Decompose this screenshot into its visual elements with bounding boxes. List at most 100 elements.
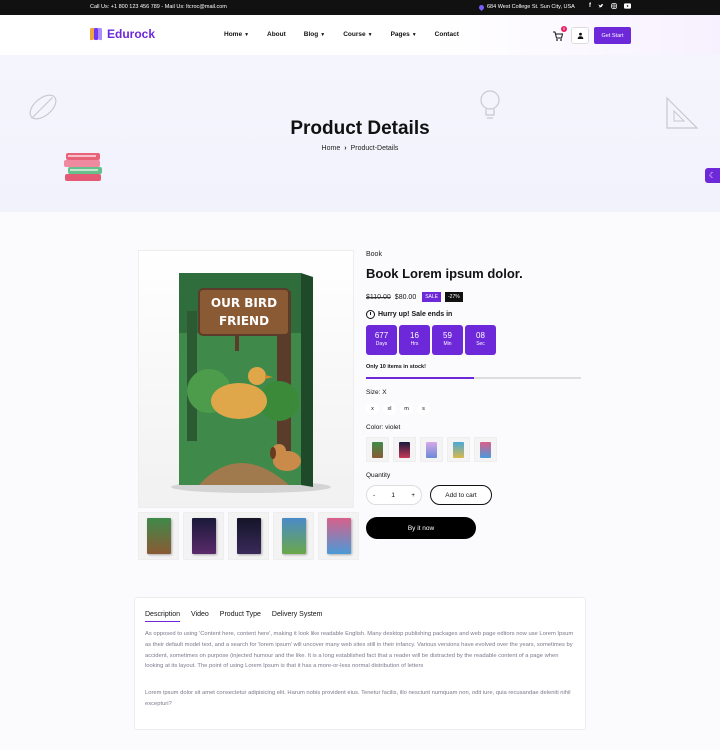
size-options: x xl m s [366,403,430,415]
thumbnail-2[interactable] [183,512,224,560]
thumbnail-1[interactable] [138,512,179,560]
get-start-button[interactable]: Get Start [594,27,631,44]
sale-badge: SALE [422,292,442,302]
chevron-down-icon: ▼ [411,31,417,38]
countdown-minutes-label: Min [443,341,452,347]
product-title: Book Lorem ipsum dolor. [366,266,523,281]
address: 684 West College St. Sun City, USA [477,3,575,11]
countdown-hours-label: Hrs [410,341,419,347]
tab-delivery-system[interactable]: Delivery System [272,611,323,622]
nav-pages[interactable]: Pages ▼ [391,31,417,38]
cover-title-line-1: OUR BIRD [211,296,277,310]
size-option-xl[interactable]: xl [383,403,396,415]
clock-icon [366,310,375,319]
chevron-down-icon: ▼ [367,31,373,38]
nav-about[interactable]: About [267,31,286,38]
countdown-hours-value: 16 [410,331,419,340]
color-swatch-5[interactable] [474,437,497,462]
countdown-seconds-value: 08 [476,331,485,340]
buy-now-button[interactable]: By it now [366,517,476,539]
tab-description[interactable]: Description [145,611,181,622]
thumbnail-3[interactable] [228,512,269,560]
location-icon [477,3,486,11]
discount-badge: -27% [445,292,463,302]
facebook-icon[interactable]: f [589,3,591,11]
color-swatch-1[interactable] [366,437,389,462]
user-account-button[interactable] [571,27,589,44]
tab-video[interactable]: Video [191,611,209,622]
moon-icon: ☾ [708,171,717,180]
product-category: Book [366,251,382,258]
user-icon [577,32,583,39]
product-tabs-card: Description Video Product Type Delivery … [134,597,586,730]
size-option-m[interactable]: m [400,403,413,415]
color-label: Color: violet [366,424,401,431]
size-option-x[interactable]: x [366,403,379,415]
logo[interactable]: Edurock [90,27,155,41]
breadcrumb-current: Product-Details [350,145,399,152]
countdown-days-label: Days [375,341,388,347]
main-product-image[interactable]: OUR BIRD FRIEND [138,250,354,508]
current-price: $80.00 [394,293,417,301]
nav-pages-label: Pages [390,31,410,38]
countdown-seconds-label: Sec [476,341,485,347]
books-stack-icon [64,153,102,181]
size-label: Size: X [366,389,387,396]
countdown-minutes-value: 59 [443,331,452,340]
address-text: 684 West College St. Sun City, USA [487,4,575,10]
cover-title-line-2: FRIEND [219,314,269,328]
main-nav: Home ▼ About Blog ▼ Course ▼ Pages ▼ Contact [224,31,459,38]
stock-notice: Only 10 items in stock! [366,364,426,370]
price-row: $110.00 $80.00 SALE -27% [366,292,463,302]
youtube-icon[interactable] [624,3,631,11]
page-title: Product Details [290,118,430,139]
page-hero: Product Details Home › Product-Details ☾ [0,55,720,212]
nav-blog-label: Blog [303,31,319,38]
description-paragraph-2: Lorem ipsum dolor sit amet consectetur a… [145,690,571,707]
quantity-decrease-button[interactable]: - [373,492,375,499]
quantity-stepper: - 1 + [366,485,422,505]
description-paragraph-1: As opposed to using 'Content here, conte… [145,631,574,670]
dark-mode-toggle[interactable]: ☾ [705,168,720,183]
color-swatch-2[interactable] [393,437,416,462]
twitter-icon[interactable] [598,3,604,11]
instagram-icon[interactable] [611,3,617,11]
cart-count-badge: 0 [561,26,567,32]
thumbnail-strip [138,512,359,560]
quantity-increase-button[interactable]: + [411,492,415,499]
stock-progress-bar [366,377,581,379]
top-bar: Call Us: +1 800 123 456 789 - Mail Us: l… [0,0,720,15]
hurry-text: Hurry up! Sale ends in [378,311,453,318]
cart-button[interactable]: 0 [552,26,567,41]
logo-mark-icon [90,27,103,41]
countdown-days: 677 Days [366,325,397,355]
quantity-value[interactable]: 1 [391,492,395,499]
nav-home-label: Home [224,31,243,38]
countdown-days-value: 677 [374,331,389,340]
countdown-minutes: 59 Min [432,325,463,355]
thumbnail-4[interactable] [273,512,314,560]
stock-progress-fill [366,377,474,379]
nav-contact[interactable]: Contact [435,31,459,38]
book-cover-image: OUR BIRD FRIEND [171,273,331,493]
nav-course[interactable]: Course ▼ [343,31,372,38]
chevron-down-icon: ▼ [244,31,250,38]
breadcrumb-home[interactable]: Home [322,145,341,152]
color-swatch-3[interactable] [420,437,443,462]
breadcrumb: Home › Product-Details [0,145,720,152]
add-to-cart-button[interactable]: Add to cart [430,485,492,505]
nav-course-label: Course [343,31,366,38]
color-swatch-4[interactable] [447,437,470,462]
site-header: Edurock Home ▼ About Blog ▼ Course ▼ Pages ▼… [0,15,720,55]
nav-home[interactable]: Home ▼ [224,31,249,38]
nav-about-label: About [267,31,286,38]
thumbnail-5[interactable] [318,512,359,560]
old-price: $110.00 [366,293,391,301]
chevron-down-icon: ▼ [320,31,326,38]
countdown-seconds: 08 Sec [465,325,496,355]
sale-timer-heading: Hurry up! Sale ends in [366,310,452,319]
size-option-s[interactable]: s [417,403,430,415]
tab-product-type[interactable]: Product Type [220,611,261,622]
logo-text: Edurock [107,27,156,41]
nav-blog[interactable]: Blog ▼ [304,31,325,38]
